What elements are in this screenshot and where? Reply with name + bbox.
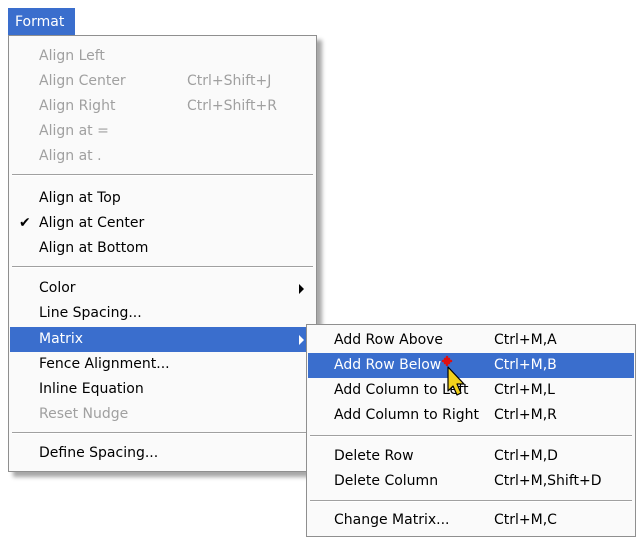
- menu-item-label: Add Row Below: [334, 357, 442, 373]
- format-menu-title[interactable]: Format: [8, 8, 75, 35]
- submenu-arrow-icon: [299, 335, 304, 345]
- menu-item-shortcut: Ctrl+M,L: [494, 382, 555, 398]
- menu-item-label: Add Column to Right: [334, 407, 479, 423]
- menu-separator: [310, 500, 632, 502]
- menu-item-align-left[interactable]: Align Left: [10, 44, 315, 69]
- menu-item-label: Change Matrix...: [334, 512, 450, 528]
- check-icon: ✔: [19, 215, 31, 231]
- menu-item-label: Reset Nudge: [39, 406, 129, 422]
- menu-item-shortcut: Ctrl+M,C: [494, 512, 557, 528]
- menu-item-align-top[interactable]: Align at Top: [10, 186, 315, 211]
- menu-item-label: Add Row Above: [334, 332, 444, 348]
- menu-item-fence-alignment[interactable]: Fence Alignment...: [10, 352, 315, 377]
- menu-item-reset-nudge[interactable]: Reset Nudge: [10, 402, 315, 427]
- menu-item-label: Delete Column: [334, 473, 439, 489]
- menu-item-shortcut: Ctrl+Shift+J: [187, 73, 272, 89]
- menu-item-align-bottom[interactable]: Align at Bottom: [10, 236, 315, 261]
- menu-item-align-at-center[interactable]: ✔ Align at Center: [10, 211, 315, 236]
- menu-item-label: Align Right: [39, 98, 116, 114]
- menu-item-label: Align Left: [39, 48, 105, 64]
- menu-item-shortcut: Ctrl+M,B: [494, 357, 557, 373]
- menu-item-label: Align Center: [39, 73, 126, 89]
- menu-separator: [12, 432, 313, 434]
- menu-separator: [12, 174, 313, 176]
- menu-item-define-spacing[interactable]: Define Spacing...: [10, 441, 315, 466]
- menu-separator: [310, 435, 632, 437]
- menu-item-delete-row[interactable]: Delete Row Ctrl+M,D: [308, 444, 634, 469]
- menu-item-label: Align at Top: [39, 190, 121, 206]
- menu-item-line-spacing[interactable]: Line Spacing...: [10, 301, 315, 326]
- menu-item-align-right[interactable]: Align Right Ctrl+Shift+R: [10, 94, 315, 119]
- format-menu: Align Left Align Center Ctrl+Shift+J Alig…: [8, 35, 317, 472]
- menu-separator: [12, 266, 313, 268]
- menu-item-add-column-left[interactable]: Add Column to Left Ctrl+M,L: [308, 378, 634, 403]
- menu-item-align-at-equals[interactable]: Align at =: [10, 119, 315, 144]
- menu-item-shortcut: Ctrl+M,R: [494, 407, 557, 423]
- menu-item-color[interactable]: Color: [10, 276, 315, 301]
- menu-item-label: Align at Center: [39, 215, 145, 231]
- click-burst-icon: [441, 355, 453, 367]
- menu-item-matrix[interactable]: Matrix: [10, 327, 315, 352]
- menu-item-change-matrix[interactable]: Change Matrix... Ctrl+M,C: [308, 508, 634, 533]
- menu-item-label: Define Spacing...: [39, 445, 159, 461]
- menu-item-label: Inline Equation: [39, 381, 144, 397]
- menu-item-label: Line Spacing...: [39, 305, 142, 321]
- submenu-arrow-icon: [299, 284, 304, 294]
- menu-item-label: Fence Alignment...: [39, 356, 170, 372]
- menu-item-delete-column[interactable]: Delete Column Ctrl+M,Shift+D: [308, 469, 634, 494]
- menu-item-label: Align at Bottom: [39, 240, 149, 256]
- menu-item-add-row-below[interactable]: Add Row Below Ctrl+M,B: [308, 353, 634, 378]
- menu-item-add-column-right[interactable]: Add Column to Right Ctrl+M,R: [308, 403, 634, 428]
- menu-item-align-at-dot[interactable]: Align at .: [10, 144, 315, 169]
- menu-item-label: Matrix: [39, 331, 84, 347]
- matrix-submenu: Add Row Above Ctrl+M,A Add Row Below Ctrl+…: [306, 324, 636, 537]
- menu-item-label: Color: [39, 280, 76, 296]
- menu-item-shortcut: Ctrl+Shift+R: [187, 98, 277, 114]
- mouse-cursor-icon: [441, 355, 465, 396]
- menu-item-shortcut: Ctrl+M,A: [494, 332, 557, 348]
- menu-item-add-row-above[interactable]: Add Row Above Ctrl+M,A: [308, 328, 634, 353]
- menu-item-label: Delete Row: [334, 448, 414, 464]
- menu-item-align-center[interactable]: Align Center Ctrl+Shift+J: [10, 69, 315, 94]
- menu-item-label: Align at =: [39, 123, 109, 139]
- menu-item-inline-equation[interactable]: Inline Equation: [10, 377, 315, 402]
- menu-item-shortcut: Ctrl+M,Shift+D: [494, 473, 602, 489]
- menu-item-label: Align at .: [39, 148, 102, 164]
- menu-item-shortcut: Ctrl+M,D: [494, 448, 558, 464]
